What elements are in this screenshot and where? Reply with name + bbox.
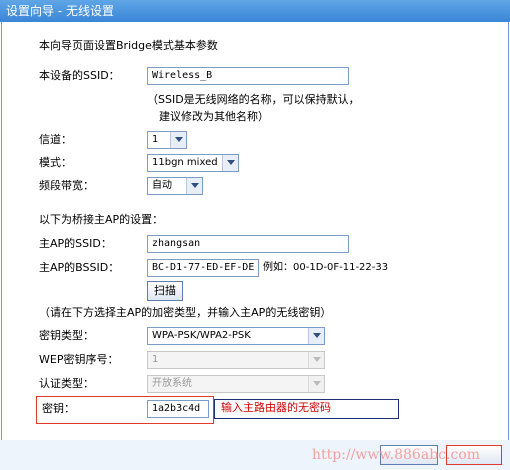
intro-text: 本向导页面设置Bridge模式基本参数 — [39, 39, 218, 52]
channel-value: 1 — [152, 134, 159, 145]
host-ssid-label: 主AP的SSID： — [39, 237, 112, 250]
key-type-value: WPA-PSK/WPA2-PSK — [152, 330, 251, 341]
mode-value: 11bgn mixed — [152, 157, 218, 168]
window-title: 设置向导 - 无线设置 — [6, 4, 114, 18]
wep-index-value: 1 — [152, 354, 159, 365]
key-label: 密钥： — [42, 402, 75, 415]
chevron-down-icon — [308, 352, 324, 368]
chevron-down-icon — [186, 178, 202, 194]
channel-label: 信道： — [39, 133, 72, 146]
host-ssid-input[interactable]: zhangsan — [147, 235, 349, 253]
host-bssid-label: 主AP的BSSID： — [39, 261, 120, 274]
channel-select[interactable]: 1 — [147, 131, 187, 149]
chevron-down-icon — [222, 155, 238, 171]
key-input[interactable]: 1a2b3c4d — [147, 400, 209, 418]
encrypt-prompt: （请在下方选择主AP的加密类型，并输入主AP的无线密钥） — [39, 306, 332, 319]
mode-label: 模式： — [39, 156, 72, 169]
ssid-label: 本设备的SSID： — [39, 69, 120, 82]
host-bssid-input[interactable]: BC-D1-77-ED-EF-DE — [147, 259, 259, 277]
ssid-note-line2: 建议修改为其他名称） — [159, 110, 269, 123]
wep-index-select: 1 — [147, 351, 325, 369]
auth-type-label: 认证类型： — [39, 377, 94, 390]
key-type-select[interactable]: WPA-PSK/WPA2-PSK — [147, 327, 325, 345]
mode-select[interactable]: 11bgn mixed — [147, 154, 239, 172]
wep-index-label: WEP密钥序号： — [39, 353, 119, 366]
bandwidth-select[interactable]: 自动 — [147, 177, 203, 195]
chevron-down-icon — [308, 376, 324, 392]
chevron-down-icon — [170, 132, 186, 148]
bridge-section-heading: 以下为桥接主AP的设置： — [39, 213, 164, 226]
chevron-down-icon — [308, 328, 324, 344]
auth-type-select: 开放系统 — [147, 375, 325, 393]
key-hint: 输入主路由器的无密码 — [221, 401, 331, 414]
key-type-label: 密钥类型： — [39, 329, 94, 342]
bssid-example: 例如：00-1D-0F-11-22-33 — [263, 262, 389, 273]
ssid-input[interactable]: Wireless_B — [147, 67, 349, 85]
ssid-note-line1: （SSID是无线网络的名称，可以保持默认， — [147, 93, 360, 106]
bandwidth-value: 自动 — [152, 180, 172, 191]
scan-button[interactable]: 扫描 — [147, 281, 183, 301]
auth-type-value: 开放系统 — [152, 378, 192, 389]
wizard-panel: 本向导页面设置Bridge模式基本参数 本设备的SSID： Wireless_B… — [1, 22, 509, 441]
window-title-bar: 设置向导 - 无线设置 — [0, 0, 510, 22]
bandwidth-label: 频段带宽： — [39, 179, 94, 192]
watermark-text: http://www.886abc.com — [312, 447, 480, 463]
